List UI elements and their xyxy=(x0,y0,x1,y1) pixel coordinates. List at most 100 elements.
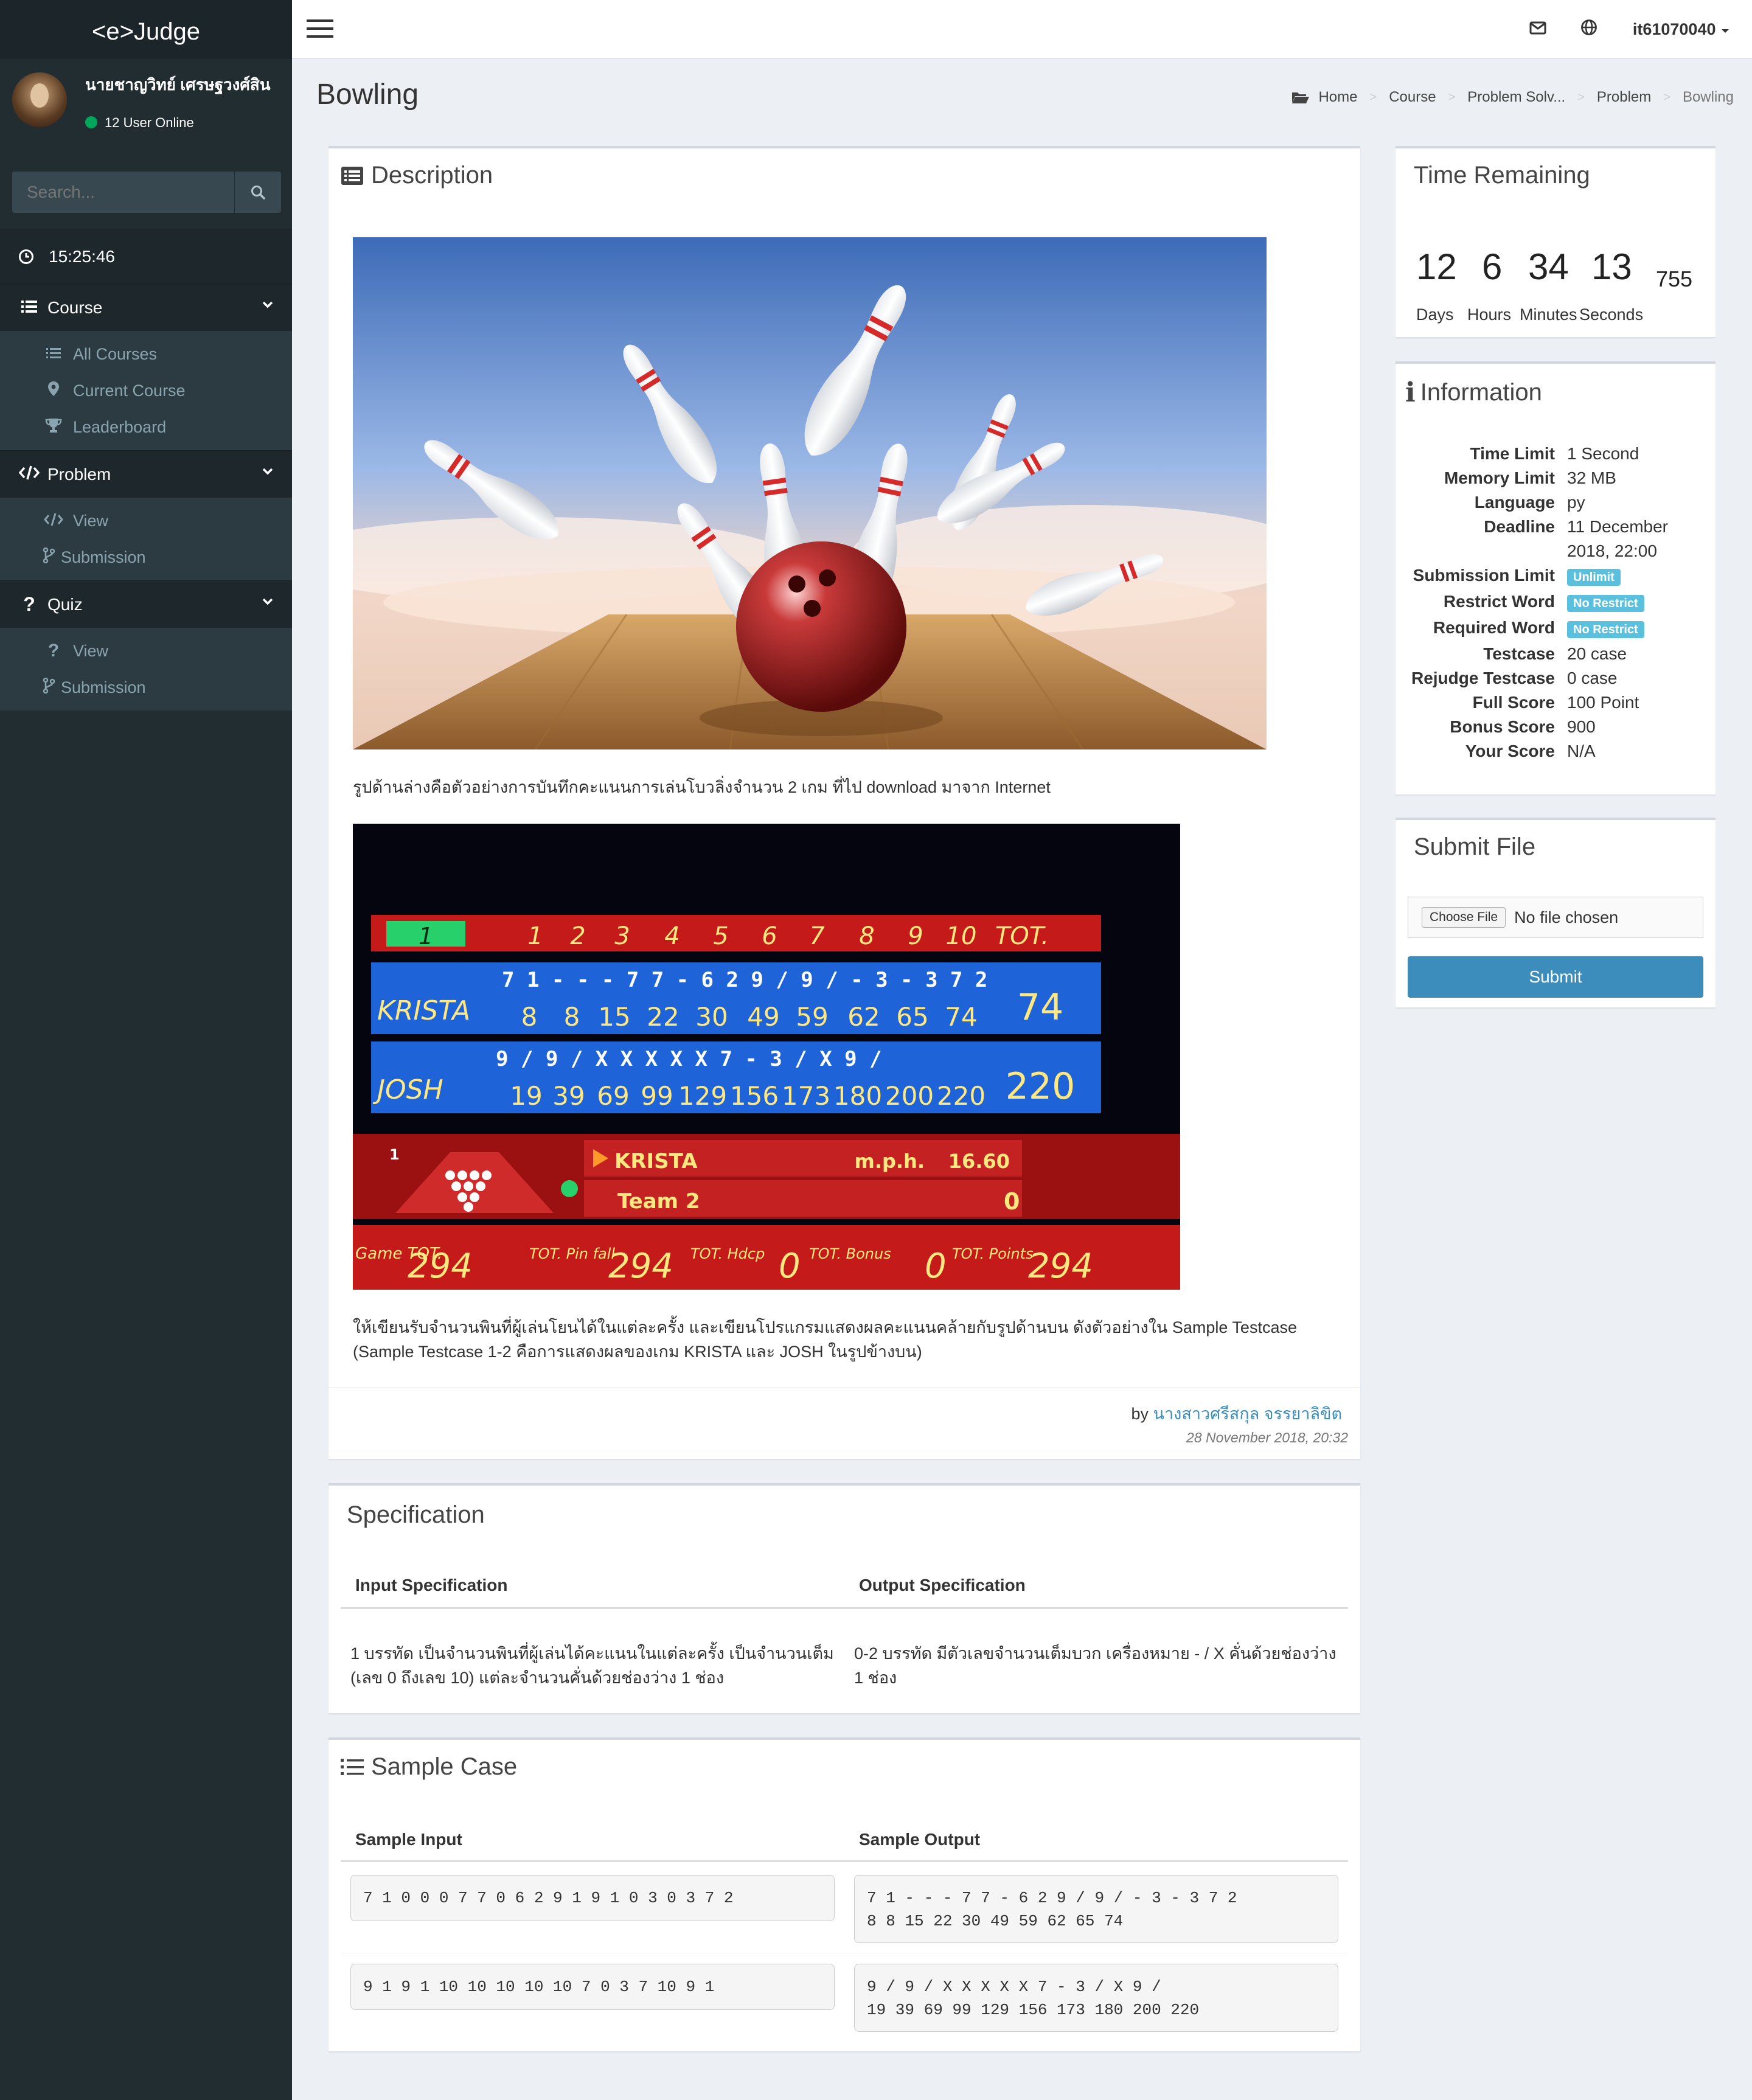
specification-title: Specification xyxy=(347,1501,485,1528)
user-name: นายชาญวิทย์ เศรษฐวงศ์สิน xyxy=(85,75,271,94)
breadcrumb-problem-solving[interactable]: Problem Solv... xyxy=(1467,89,1565,106)
breadcrumb-current: Bowling xyxy=(1682,89,1734,105)
frame-score: 19 xyxy=(510,1081,542,1111)
search-button[interactable] xyxy=(234,172,281,213)
author-link[interactable]: นางสาวศรีสกุล จรรยาลิขิต xyxy=(1153,1405,1342,1423)
sidebar-item-problem-submission[interactable]: Submission xyxy=(0,539,292,575)
author-prefix: by xyxy=(1131,1405,1149,1423)
hamburger-icon xyxy=(307,19,333,38)
information-title: i Information xyxy=(1405,377,1542,408)
submit-file-title: Submit File xyxy=(1414,833,1536,860)
bottom-value: 294 xyxy=(608,1246,673,1286)
info-value: 100 Point xyxy=(1567,693,1639,712)
sidebar-item-all-courses[interactable]: All Courses xyxy=(0,336,292,372)
list-ol-icon xyxy=(341,1758,364,1775)
info-value: 32 MB xyxy=(1567,468,1616,487)
input-spec-header: Input Specification xyxy=(355,1576,508,1594)
countdown-hours-label: Hours xyxy=(1467,305,1512,324)
sidebar-item-quiz-view[interactable]: ? View xyxy=(0,633,292,669)
time-remaining-title: Time Remaining xyxy=(1414,162,1590,189)
caret-down-icon xyxy=(1722,29,1729,33)
info-key: Rejudge Testcase xyxy=(1411,669,1555,687)
sidebar-item-label: All Courses xyxy=(73,344,158,363)
status-badge: Unlimit xyxy=(1567,569,1621,586)
frame-score: 49 xyxy=(747,1002,779,1032)
player-name-josh: JOSH xyxy=(372,1074,443,1105)
status-badge: No Restrict xyxy=(1567,621,1644,638)
chevron-down-icon xyxy=(262,468,273,475)
breadcrumb-problem[interactable]: Problem xyxy=(1597,89,1651,106)
sidebar-item-label: Problem xyxy=(47,464,111,484)
messages-button[interactable] xyxy=(1529,20,1546,39)
sample-output-2[interactable]: 9 / 9 / X X X X X 7 - 3 / X 9 / 19 39 69… xyxy=(854,1964,1338,2032)
breadcrumb-separator: > xyxy=(1663,90,1670,104)
frame-label: 2 xyxy=(570,922,585,950)
description-title: Description xyxy=(341,162,493,189)
output-spec-header: Output Specification xyxy=(859,1576,1026,1594)
info-row-bonus-score: Bonus Score 900 xyxy=(1396,715,1715,739)
sidebar-item-course[interactable]: Course xyxy=(0,283,292,331)
table-divider xyxy=(341,1860,1348,1862)
player-rolls-krista: 7 1 - - - 7 7 - 6 2 9 / 9 / - 3 - 3 7 2 xyxy=(502,968,987,992)
submit-file-box: Submit File Choose File No file chosen S… xyxy=(1396,818,1715,1007)
search-input[interactable] xyxy=(12,172,234,213)
sample-input-header: Sample Input xyxy=(355,1830,462,1849)
sample-input-1[interactable]: 7 1 0 0 0 7 7 0 6 2 9 1 9 1 0 3 0 3 7 2 xyxy=(350,1875,835,1921)
sidebar-item-current-course[interactable]: Current Course xyxy=(0,372,292,409)
bowling-pins-image xyxy=(353,237,1267,749)
online-dot-icon xyxy=(85,116,97,129)
frame-label: 1 xyxy=(527,922,543,950)
bottom-label: TOT. Pin fall xyxy=(529,1245,615,1262)
sidebar-item-label: View xyxy=(73,641,109,660)
current-player: KRISTA xyxy=(614,1149,698,1173)
sidebar-toggle-button[interactable] xyxy=(307,18,333,42)
frame-label: 3 xyxy=(614,922,630,950)
frame-label: 9 xyxy=(908,922,923,950)
submit-button[interactable]: Submit xyxy=(1408,956,1703,998)
file-input[interactable]: Choose File No file chosen xyxy=(1408,897,1703,938)
countdown-minutes: 34 xyxy=(1528,246,1569,287)
sidebar-item-quiz[interactable]: ? Quiz xyxy=(0,580,292,628)
breadcrumb-separator: > xyxy=(1448,90,1456,104)
description-text-1: รูปด้านล่างคือตัวอย่างการบันทึกคะแนนการเ… xyxy=(353,778,1051,796)
countdown-minutes-label: Minutes xyxy=(1520,305,1577,324)
input-spec-text: 1 บรรทัด เป็นจำนวนพินที่ผู้เล่นได้คะแนนใ… xyxy=(350,1641,837,1690)
bottom-label: TOT. Hdcp xyxy=(690,1245,765,1262)
frame-score: 62 xyxy=(847,1002,880,1032)
topbar: it61070040 xyxy=(292,0,1752,59)
info-row-time-limit: Time Limit 1 Second xyxy=(1396,442,1715,466)
bottom-value: 0 xyxy=(925,1246,947,1286)
deadline-date: 11 December xyxy=(1567,517,1669,536)
submenu-problem: View Submission xyxy=(0,498,292,580)
sample-output-1[interactable]: 7 1 - - - 7 7 - 6 2 9 / 9 / - 3 - 3 7 2 … xyxy=(854,1875,1338,1943)
sidebar-item-label: Course xyxy=(47,297,103,317)
divider xyxy=(328,1387,1360,1388)
sidebar-item-quiz-submission[interactable]: Submission xyxy=(0,669,292,706)
info-row-memory-limit: Memory Limit 32 MB xyxy=(1396,466,1715,490)
brand-logo[interactable]: <e>Judge xyxy=(0,0,292,59)
frame-score: 180 xyxy=(833,1081,882,1111)
breadcrumb-course[interactable]: Course xyxy=(1389,89,1436,106)
language-button[interactable] xyxy=(1580,19,1597,40)
sidebar-item-problem-view[interactable]: View xyxy=(0,502,292,539)
submenu-course: All Courses Current Course Leaderboard xyxy=(0,331,292,450)
map-marker-icon xyxy=(43,381,64,401)
frame-score: 69 xyxy=(597,1081,629,1111)
input-spec-line: (เลข 0 ถึงเลข 10) แต่ละจำนวนคั่นด้วยช่อง… xyxy=(350,1669,725,1687)
sample-input-2[interactable]: 9 1 9 1 10 10 10 10 10 7 0 3 7 10 9 1 xyxy=(350,1964,835,2010)
scoreboard-frame-1: 1 xyxy=(419,923,433,950)
frame-label: 5 xyxy=(713,922,728,950)
sidebar-search xyxy=(12,172,281,213)
info-row-testcase: Testcase 20 case xyxy=(1396,642,1715,666)
user-menu[interactable]: it61070040 xyxy=(1633,20,1730,39)
sample-case-title: Sample Case xyxy=(341,1753,517,1781)
choose-file-button[interactable]: Choose File xyxy=(1422,907,1506,928)
breadcrumb-home[interactable]: Home xyxy=(1318,89,1357,106)
info-value: 1 Second xyxy=(1567,444,1639,463)
time-remaining-box: Time Remaining 12 6 34 13 755 Days Hours… xyxy=(1396,146,1715,337)
information-list: Time Limit 1 Second Memory Limit 32 MB Lan… xyxy=(1396,442,1715,763)
trophy-icon xyxy=(43,417,64,437)
sidebar-item-problem[interactable]: Problem xyxy=(0,450,292,498)
sidebar-item-leaderboard[interactable]: Leaderboard xyxy=(0,409,292,445)
player-total-krista: 74 xyxy=(1017,986,1063,1029)
